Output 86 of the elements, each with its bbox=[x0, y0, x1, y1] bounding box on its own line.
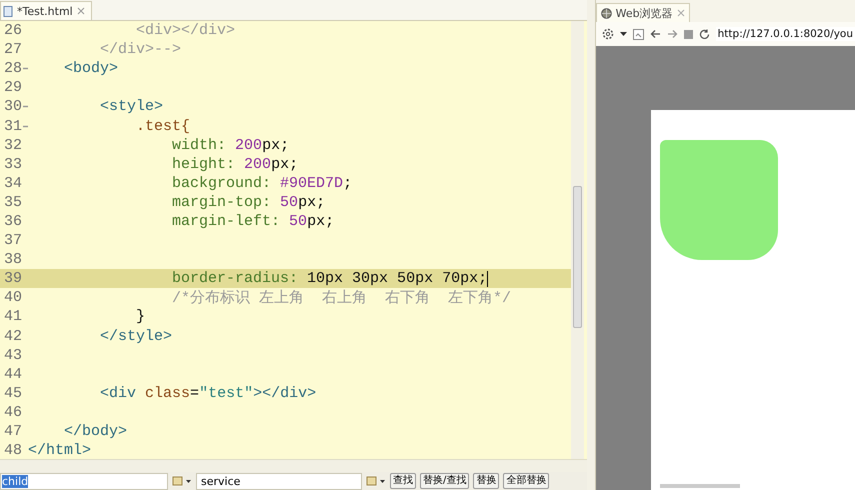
back-icon[interactable] bbox=[650, 29, 661, 39]
options-icon[interactable] bbox=[172, 476, 192, 486]
css-property: margin-left: bbox=[171, 212, 282, 230]
fold-icon[interactable] bbox=[22, 67, 28, 70]
line-number: 32 bbox=[2, 136, 22, 154]
code-text: px; bbox=[262, 136, 290, 154]
browser-tab[interactable]: Web浏览器 bbox=[596, 3, 690, 22]
css-value: 200 bbox=[244, 156, 272, 173]
find-bar-button[interactable]: 替换 bbox=[473, 473, 500, 489]
code-tag: <body> bbox=[28, 60, 118, 78]
find-field[interactable]: child bbox=[0, 472, 168, 490]
code-text: px; bbox=[298, 194, 326, 211]
code-comment: /*分布标识 左上角 右上角 右下角 左下角*/ bbox=[171, 288, 512, 308]
fold-icon[interactable] bbox=[22, 124, 28, 128]
tag-attribute: class bbox=[145, 384, 190, 402]
code-text: ; bbox=[343, 174, 352, 192]
code-comment: </div>--> bbox=[99, 41, 182, 58]
code-text: px; bbox=[307, 212, 334, 230]
url-field[interactable]: http://127.0.0.1:8020/you bbox=[716, 27, 855, 41]
horizontal-scrollbar[interactable] bbox=[660, 484, 740, 488]
tab-title: *Test.html bbox=[17, 4, 73, 18]
refresh-icon[interactable] bbox=[698, 28, 710, 40]
code-tag: </style> bbox=[28, 328, 172, 345]
replace-field[interactable]: service bbox=[196, 472, 362, 490]
image-icon[interactable] bbox=[632, 28, 644, 40]
find-bar-button[interactable]: 全部替换 bbox=[503, 473, 550, 489]
code-tag: </html> bbox=[28, 442, 92, 459]
code-tag: <div bbox=[28, 384, 146, 402]
line-number: 47 bbox=[2, 423, 22, 440]
file-icon bbox=[3, 6, 13, 16]
line-number: 31 bbox=[2, 118, 22, 135]
code-text: 10px 30px 50px 70px; bbox=[307, 270, 488, 288]
vertical-scrollbar[interactable] bbox=[571, 21, 584, 459]
line-number: 46 bbox=[2, 404, 22, 421]
text-cursor bbox=[487, 270, 488, 287]
editor-tab[interactable]: *Test.html bbox=[0, 1, 92, 20]
css-property: height: bbox=[171, 156, 236, 173]
find-bar-button[interactable]: 替换/查找 bbox=[420, 473, 470, 489]
code-comment: <div></div> bbox=[135, 22, 236, 40]
css-value: 50 bbox=[289, 212, 308, 230]
options-icon[interactable] bbox=[366, 476, 386, 486]
line-number: 37 bbox=[2, 232, 22, 250]
stop-icon[interactable] bbox=[684, 30, 693, 38]
css-value: 200 bbox=[235, 136, 262, 154]
tab-title: Web浏览器 bbox=[616, 6, 673, 20]
line-number: 42 bbox=[2, 328, 22, 345]
line-number: 28 bbox=[2, 60, 22, 78]
line-number: 38 bbox=[2, 251, 22, 268]
line-number: 35 bbox=[2, 194, 22, 211]
fold-icon[interactable] bbox=[22, 105, 28, 108]
line-number: 40 bbox=[2, 289, 22, 306]
settings-icon[interactable] bbox=[602, 28, 614, 40]
line-number: 45 bbox=[2, 384, 22, 402]
code-text: = bbox=[190, 384, 200, 402]
find-bar-button[interactable]: 查找 bbox=[390, 473, 416, 489]
css-property: width: bbox=[171, 136, 228, 154]
css-value: #90ED7D bbox=[280, 174, 344, 192]
dropdown-icon[interactable] bbox=[620, 32, 627, 36]
code-text: } bbox=[135, 308, 146, 326]
line-number: 36 bbox=[2, 212, 22, 230]
close-icon[interactable] bbox=[76, 7, 85, 15]
globe-icon bbox=[600, 8, 612, 18]
code-tag: <style> bbox=[28, 98, 164, 116]
css-property: border-radius: bbox=[171, 270, 300, 288]
css-selector: .test{ bbox=[135, 118, 190, 135]
line-number: 48 bbox=[2, 442, 22, 459]
line-number: 34 bbox=[2, 174, 22, 192]
line-number: 43 bbox=[2, 346, 22, 364]
forward-icon[interactable] bbox=[666, 29, 678, 39]
line-number: 29 bbox=[2, 79, 22, 96]
line-number: 41 bbox=[2, 308, 22, 326]
line-number: 44 bbox=[2, 366, 22, 383]
css-value: 50 bbox=[280, 194, 298, 211]
attribute-value: "test" bbox=[199, 384, 254, 402]
line-number: 33 bbox=[2, 156, 22, 173]
line-number: 26 bbox=[2, 22, 22, 40]
line-number: 30 bbox=[2, 98, 22, 116]
code-tag: </body> bbox=[28, 423, 128, 440]
line-number: 27 bbox=[2, 41, 22, 58]
close-icon[interactable] bbox=[676, 9, 685, 17]
css-property: background: bbox=[171, 174, 272, 192]
code-text: px; bbox=[271, 156, 298, 173]
code-tag: ></div> bbox=[253, 384, 316, 402]
line-number: 39 bbox=[2, 270, 22, 288]
horizontal-scrollbar[interactable] bbox=[0, 459, 588, 472]
css-property: margin-top: bbox=[171, 194, 272, 211]
